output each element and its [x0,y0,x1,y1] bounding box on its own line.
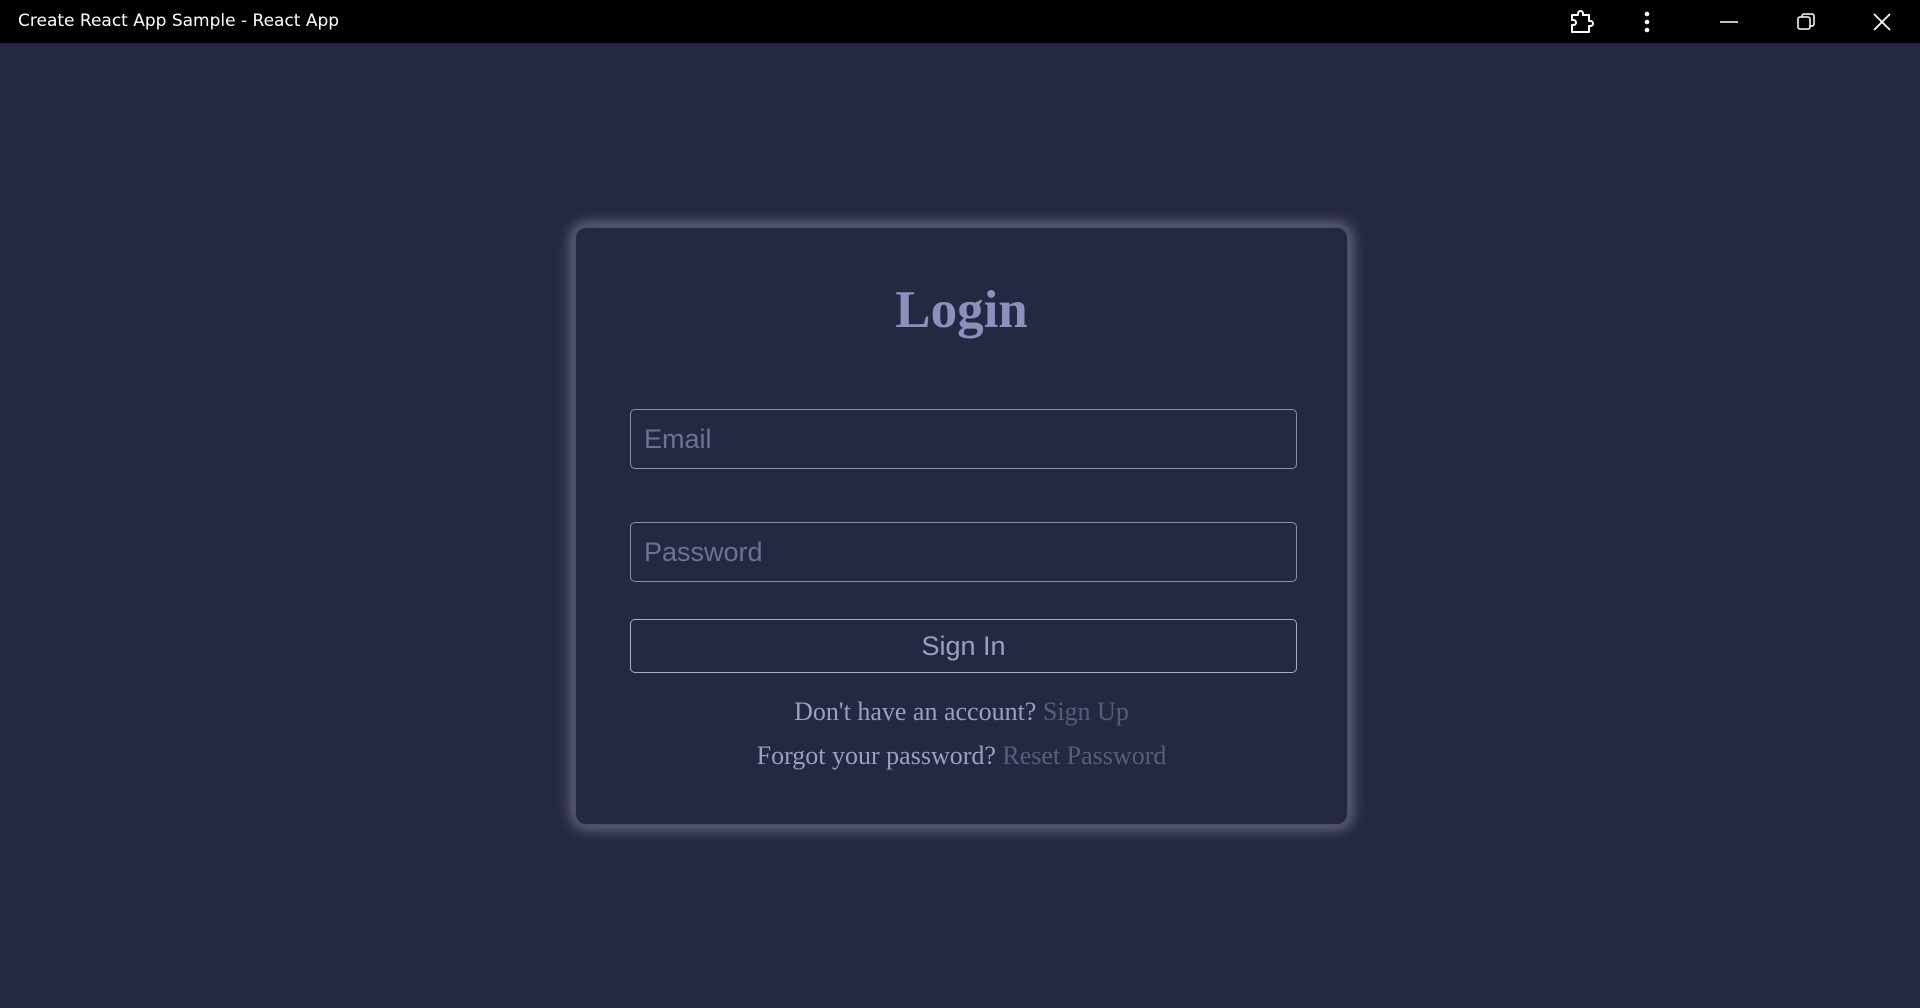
sign-up-link[interactable]: Sign Up [1043,697,1129,726]
reset-password-link[interactable]: Reset Password [1002,741,1166,770]
password-input[interactable] [630,522,1297,582]
close-icon [1873,12,1891,31]
login-card: Login Sign In Don't have an account? Sig… [574,226,1349,826]
forgot-prompt: Forgot your password? [756,741,996,770]
signup-row: Don't have an account? Sign Up [576,697,1347,727]
minimize-icon [1720,20,1738,24]
signup-prompt: Don't have an account? [794,697,1037,726]
extension-button[interactable] [1551,0,1611,43]
minimize-button[interactable] [1699,0,1759,43]
close-button[interactable] [1852,0,1912,43]
puzzle-extension-icon [1568,9,1594,35]
more-vertical-icon [1643,10,1651,34]
email-input[interactable] [630,409,1297,469]
more-menu-button[interactable] [1617,0,1677,43]
login-heading: Login [895,281,1028,339]
sign-in-button[interactable]: Sign In [630,619,1297,673]
title-bar: Create React App Sample - React App [0,0,1920,43]
window-title: Create React App Sample - React App [18,11,340,31]
reset-row: Forgot your password? Reset Password [576,741,1347,771]
restore-icon [1797,12,1815,31]
restore-button[interactable] [1776,0,1836,43]
